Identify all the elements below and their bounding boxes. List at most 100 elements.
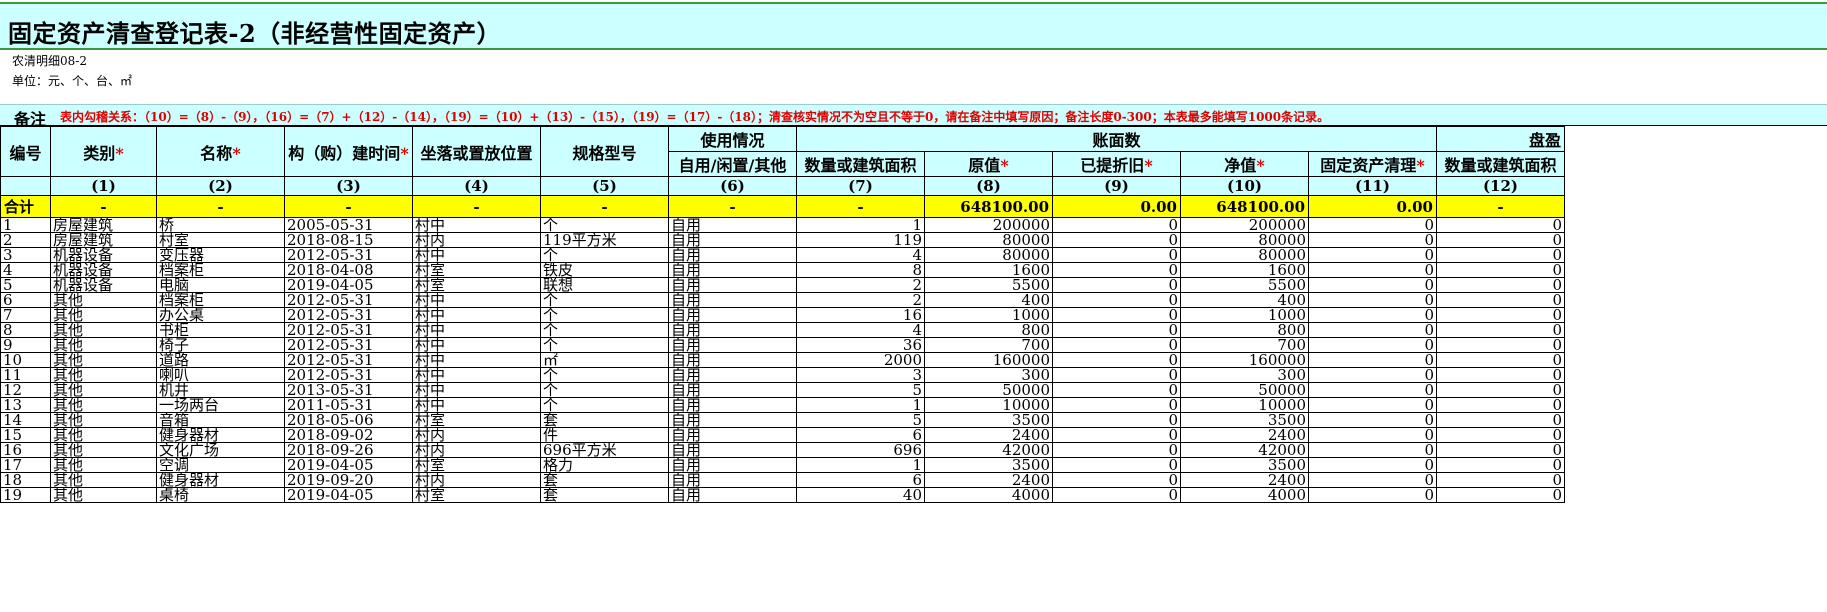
cell-original[interactable]: 160000 [924,352,1053,368]
cell-location[interactable]: 村中 [412,367,541,383]
cell-no[interactable]: 6 [0,292,51,308]
cell-build-time[interactable]: 2018-09-02 [284,427,413,443]
cell-cleanup[interactable]: 0 [1308,232,1437,248]
cell-net[interactable]: 10000 [1180,397,1309,413]
cell-location[interactable]: 村室 [412,277,541,293]
header-build-time[interactable]: 构（购）建时间* [284,126,413,177]
cell-no[interactable]: 13 [0,397,51,413]
cell-spec[interactable]: 个 [540,367,669,383]
cell-no[interactable]: 19 [0,487,51,503]
cell-depreciation[interactable]: 0 [1052,277,1181,293]
cell-name[interactable]: 村室 [156,232,285,248]
cell-name[interactable]: 档案柜 [156,292,285,308]
cell-spec[interactable]: 格力 [540,457,669,473]
cell-original[interactable]: 200000 [924,217,1053,233]
cell-no[interactable]: 1 [0,217,51,233]
cell-spec[interactable]: 119平方米 [540,232,669,248]
cell-no[interactable]: 7 [0,307,51,323]
cell-no[interactable]: 17 [0,457,51,473]
header-no[interactable]: 编号 [0,126,51,177]
cell-category[interactable]: 机器设备 [50,247,157,263]
header-depreciation[interactable]: 已提折旧* [1052,151,1181,177]
cell-net[interactable]: 5500 [1180,277,1309,293]
cell-usage[interactable]: 自用 [668,412,797,428]
cell-net[interactable]: 3500 [1180,457,1309,473]
cell-qty[interactable]: 5 [796,412,925,428]
cell-qty[interactable]: 1 [796,217,925,233]
cell-spec[interactable]: 696平方米 [540,442,669,458]
cell-qty[interactable]: 2 [796,277,925,293]
cell-usage[interactable]: 自用 [668,307,797,323]
cell-build-time[interactable]: 2012-05-31 [284,322,413,338]
cell-usage[interactable]: 自用 [668,292,797,308]
cell-original[interactable]: 3500 [924,412,1053,428]
cell-category[interactable]: 其他 [50,307,157,323]
cell-location[interactable]: 村中 [412,292,541,308]
cell-depreciation[interactable]: 0 [1052,217,1181,233]
cell-build-time[interactable]: 2012-05-31 [284,337,413,353]
cell-name[interactable]: 健身器材 [156,427,285,443]
cell-depreciation[interactable]: 0 [1052,412,1181,428]
total-cleanup[interactable]: 0.00 [1308,195,1437,218]
cell-depreciation[interactable]: 0 [1052,457,1181,473]
cell-original[interactable]: 1000 [924,307,1053,323]
cell-original[interactable]: 400 [924,292,1053,308]
cell-original[interactable]: 5500 [924,277,1053,293]
cell-qty[interactable]: 6 [796,427,925,443]
cell-qty[interactable]: 696 [796,442,925,458]
header-usage[interactable]: 自用/闲置/其他 [668,151,797,177]
cell-cleanup[interactable]: 0 [1308,217,1437,233]
cell-cleanup[interactable]: 0 [1308,472,1437,488]
col-number[interactable]: (2) [156,176,285,196]
cell-name[interactable]: 变压器 [156,247,285,263]
cell-location[interactable]: 村内 [412,427,541,443]
cell-no[interactable]: 8 [0,322,51,338]
col-number[interactable]: (1) [50,176,157,196]
col-number[interactable]: (12) [1436,176,1565,196]
cell-location[interactable]: 村中 [412,397,541,413]
cell-qty[interactable]: 1 [796,457,925,473]
cell-usage[interactable]: 自用 [668,322,797,338]
cell-location[interactable]: 村室 [412,487,541,503]
cell-cleanup[interactable]: 0 [1308,337,1437,353]
cell-spec[interactable]: 个 [540,337,669,353]
cell-usage[interactable]: 自用 [668,277,797,293]
cell-category[interactable]: 其他 [50,412,157,428]
cell-build-time[interactable]: 2018-09-26 [284,442,413,458]
cell-build-time[interactable]: 2019-04-05 [284,457,413,473]
cell-usage[interactable]: 自用 [668,232,797,248]
cell-qty[interactable]: 2 [796,292,925,308]
cell-net[interactable]: 80000 [1180,247,1309,263]
cell-surplus-qty[interactable]: 0 [1436,232,1565,248]
cell-category[interactable]: 机器设备 [50,277,157,293]
cell-net[interactable]: 1000 [1180,307,1309,323]
cell-surplus-qty[interactable]: 0 [1436,352,1565,368]
cell-name[interactable]: 档案柜 [156,262,285,278]
cell-qty[interactable]: 4 [796,247,925,263]
cell-cleanup[interactable]: 0 [1308,382,1437,398]
header-location[interactable]: 坐落或置放位置 [412,126,541,177]
cell-build-time[interactable]: 2005-05-31 [284,217,413,233]
cell-original[interactable]: 4000 [924,487,1053,503]
cell-surplus-qty[interactable]: 0 [1436,472,1565,488]
cell-no[interactable]: 18 [0,472,51,488]
cell-usage[interactable]: 自用 [668,262,797,278]
cell-qty[interactable]: 2000 [796,352,925,368]
cell-cleanup[interactable]: 0 [1308,247,1437,263]
cell-usage[interactable]: 自用 [668,247,797,263]
cell-surplus-qty[interactable]: 0 [1436,397,1565,413]
cell-no[interactable]: 14 [0,412,51,428]
cell-name[interactable]: 机井 [156,382,285,398]
cell-depreciation[interactable]: 0 [1052,367,1181,383]
cell-cleanup[interactable]: 0 [1308,277,1437,293]
cell-qty[interactable]: 40 [796,487,925,503]
cell-net[interactable]: 160000 [1180,352,1309,368]
cell-surplus-qty[interactable]: 0 [1436,412,1565,428]
cell-category[interactable]: 其他 [50,382,157,398]
cell-usage[interactable]: 自用 [668,352,797,368]
cell-qty[interactable]: 36 [796,337,925,353]
cell-cleanup[interactable]: 0 [1308,352,1437,368]
cell-category[interactable]: 其他 [50,292,157,308]
cell-no[interactable]: 11 [0,367,51,383]
header-net[interactable]: 净值* [1180,151,1309,177]
